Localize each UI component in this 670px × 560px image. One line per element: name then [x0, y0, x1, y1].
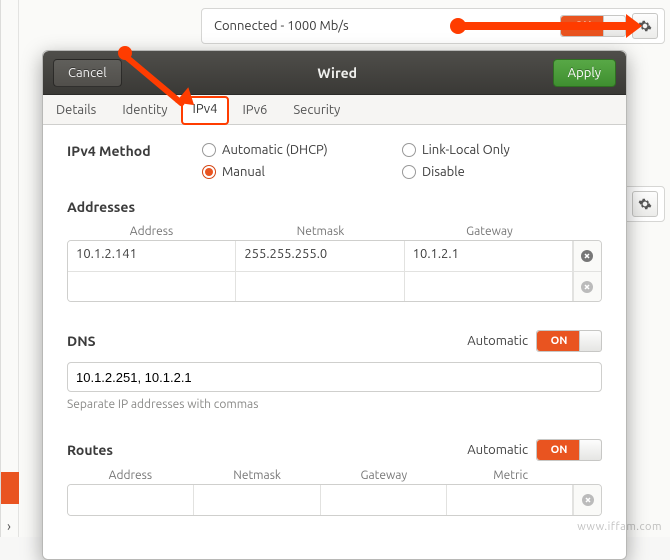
close-icon — [581, 250, 593, 262]
addresses-table: 10.1.2.141 255.255.255.0 10.1.2.1 — [67, 240, 602, 302]
route-row — [68, 485, 601, 515]
close-icon — [581, 281, 593, 293]
col-spacer — [574, 469, 602, 482]
gateway-input[interactable] — [405, 272, 573, 301]
close-icon — [582, 494, 594, 506]
dns-section: DNS Automatic ON Separate IP addresses w… — [67, 330, 602, 411]
delete-row-button[interactable] — [573, 272, 601, 301]
delete-row-button[interactable] — [573, 485, 601, 515]
col-gateway: Gateway — [321, 469, 448, 482]
addresses-title: Addresses — [67, 199, 602, 215]
address-input[interactable]: 10.1.2.141 — [68, 241, 236, 271]
method-label: Disable — [422, 165, 465, 179]
ipv4-method-label: IPv4 Method — [67, 143, 202, 159]
toggle-knob — [579, 440, 601, 460]
delete-row-button[interactable] — [573, 241, 601, 271]
toggle-knob — [579, 331, 601, 351]
radio-icon — [402, 143, 416, 157]
method-label: Manual — [222, 165, 265, 179]
apply-button[interactable]: Apply — [553, 59, 616, 87]
routes-title: Routes — [67, 442, 467, 458]
method-automatic[interactable]: Automatic (DHCP) — [202, 143, 402, 157]
route-netmask-input[interactable] — [194, 485, 320, 515]
radio-icon — [202, 143, 216, 157]
radio-icon-checked — [202, 165, 216, 179]
method-disable[interactable]: Disable — [402, 165, 602, 179]
tab-security[interactable]: Security — [280, 96, 353, 125]
routes-automatic-label: Automatic — [467, 443, 528, 457]
col-netmask: Netmask — [236, 225, 405, 238]
dialog-title: Wired — [122, 65, 553, 81]
method-link-local[interactable]: Link-Local Only — [402, 143, 602, 157]
tab-identity[interactable]: Identity — [109, 96, 180, 125]
toggle-on-label: ON — [537, 331, 581, 351]
sidebar-strip — [1, 0, 19, 537]
ipv4-method-section: IPv4 Method Automatic (DHCP) Link-Local … — [67, 143, 602, 179]
dns-hint: Separate IP addresses with commas — [67, 398, 602, 411]
sidebar-active-highlight — [1, 472, 19, 504]
netmask-input[interactable] — [236, 272, 404, 301]
address-row: 10.1.2.141 255.255.255.0 10.1.2.1 — [68, 241, 601, 271]
cancel-button[interactable]: Cancel — [53, 59, 122, 87]
route-address-input[interactable] — [68, 485, 194, 515]
route-metric-input[interactable] — [447, 485, 573, 515]
routes-header: Address Netmask Gateway Metric — [67, 469, 602, 482]
col-netmask: Netmask — [194, 469, 321, 482]
netmask-input[interactable]: 255.255.255.0 — [236, 241, 404, 271]
method-manual[interactable]: Manual — [202, 165, 402, 179]
radio-icon — [402, 165, 416, 179]
routes-section: Routes Automatic ON Address Netmask Gate… — [67, 439, 602, 516]
dns-title: DNS — [67, 333, 467, 349]
dns-automatic-label: Automatic — [467, 334, 528, 348]
routes-automatic-toggle[interactable]: ON — [536, 439, 602, 461]
method-label: Automatic (DHCP) — [222, 143, 328, 157]
address-row — [68, 271, 601, 301]
address-input[interactable] — [68, 272, 236, 301]
routes-table — [67, 484, 602, 516]
tab-ipv6[interactable]: IPv6 — [229, 96, 280, 125]
dialog-body: IPv4 Method Automatic (DHCP) Link-Local … — [43, 125, 626, 559]
col-spacer — [574, 225, 602, 238]
gear-icon — [638, 197, 652, 211]
tab-details[interactable]: Details — [43, 96, 109, 125]
addresses-header: Address Netmask Gateway — [67, 225, 602, 238]
gateway-input[interactable]: 10.1.2.1 — [405, 241, 573, 271]
col-metric: Metric — [447, 469, 574, 482]
toggle-on-label: ON — [537, 440, 581, 460]
col-address: Address — [67, 225, 236, 238]
dns-input[interactable] — [67, 362, 602, 392]
chevron-right-icon: › — [7, 518, 11, 534]
dns-automatic-toggle[interactable]: ON — [536, 330, 602, 352]
method-label: Link-Local Only — [422, 143, 510, 157]
connection2-settings-button[interactable] — [632, 191, 658, 217]
tab-bar: Details Identity IPv4 IPv6 Security — [43, 95, 626, 125]
route-gateway-input[interactable] — [321, 485, 447, 515]
col-address: Address — [67, 469, 194, 482]
col-gateway: Gateway — [405, 225, 574, 238]
wired-settings-dialog: Cancel Wired Apply Details Identity IPv4… — [42, 50, 627, 560]
annotation-line — [458, 22, 636, 30]
ipv4-method-options: Automatic (DHCP) Link-Local Only Manual … — [202, 143, 602, 179]
annotation-arrowhead — [626, 14, 642, 38]
watermark: www.iffam.com — [577, 521, 662, 533]
